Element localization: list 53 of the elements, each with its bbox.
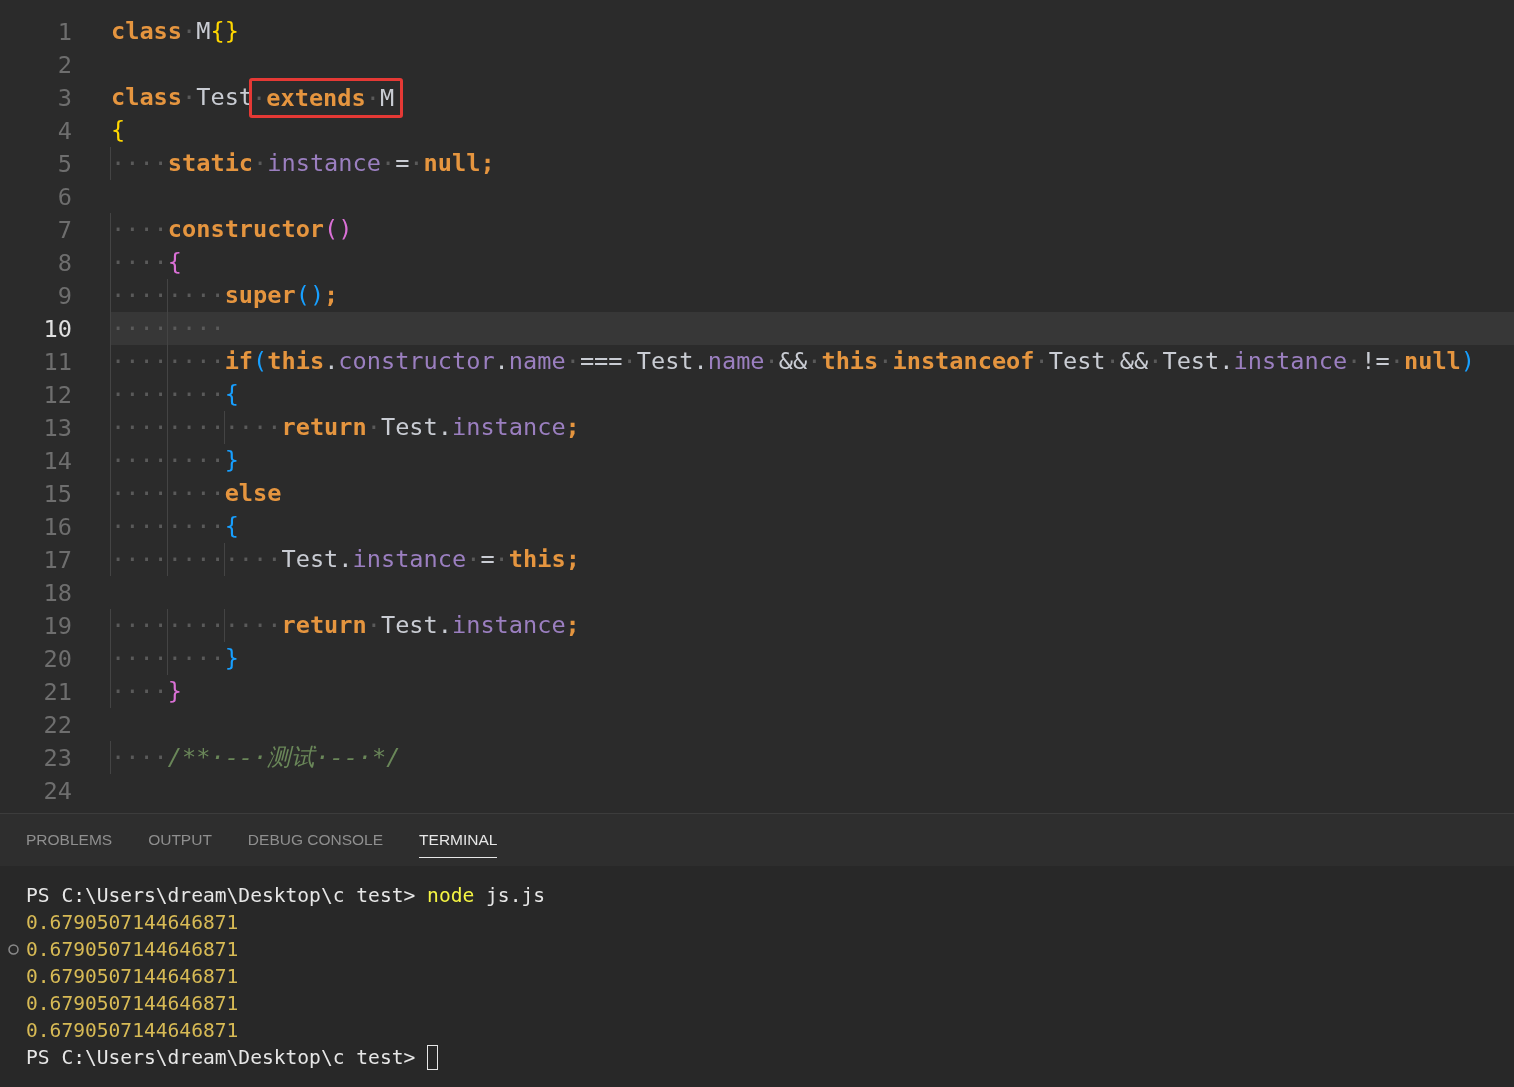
code-line: ········{	[111, 510, 1514, 543]
line-number: 9	[56, 281, 72, 310]
line-number: 3	[56, 83, 72, 112]
panel-tab[interactable]: DEBUG CONSOLE	[247, 814, 384, 866]
line-number: 8	[56, 248, 72, 277]
code-line: ····{	[111, 246, 1514, 279]
line-number: 15	[42, 479, 72, 508]
line-number: 2	[56, 50, 72, 79]
line-number: 4	[56, 116, 72, 145]
code-line: ····}	[111, 675, 1514, 708]
code-line: ············Test.instance·=·this;	[111, 543, 1514, 576]
code-line: ········}	[111, 444, 1514, 477]
line-number: 13	[42, 413, 72, 442]
line-number: 21	[42, 677, 72, 706]
line-number: 6	[56, 182, 72, 211]
code-line: ············return·Test.instance;	[111, 609, 1514, 642]
line-number: 11	[42, 347, 72, 376]
line-number: 1	[56, 17, 72, 46]
code-line: {	[111, 115, 127, 146]
code-line: ········{	[111, 378, 1514, 411]
line-number: 17	[42, 545, 72, 574]
code-line: class·M{}	[111, 16, 240, 47]
line-number: 12	[42, 380, 72, 409]
code-line: ············return·Test.instance;	[111, 411, 1514, 444]
line-number: 19	[42, 611, 72, 640]
line-number: 7	[56, 215, 72, 244]
line-number: 24	[42, 776, 72, 805]
terminal-line: 0.6790507144646871	[26, 1019, 239, 1042]
panel-tab[interactable]: PROBLEMS	[26, 814, 113, 866]
terminal-line: 0.6790507144646871	[26, 965, 239, 988]
code-line: ········if(this.constructor.name·===·Test.name·&&·this·instanceof·Test·&&·Test.instance·!=·null)	[111, 345, 1514, 378]
code-line: ····constructor()	[111, 213, 1514, 246]
terminal-line: 0.6790507144646871	[26, 938, 239, 961]
line-number: 14	[42, 446, 72, 475]
code-line: ····static·instance·=·null;	[111, 147, 1514, 180]
terminal-line: 0.6790507144646871	[26, 911, 239, 934]
circle-icon[interactable]	[7, 944, 19, 955]
code-line: ····/**·--·测试·--·*/	[111, 741, 1514, 774]
line-number: 20	[42, 644, 72, 673]
line-number: 5	[56, 149, 72, 178]
code-line: ········else	[111, 477, 1514, 510]
terminal-line: PS C:\Users\dream\Desktop\c test> node js.js	[26, 884, 546, 907]
line-number: 23	[42, 743, 72, 772]
terminal-line: PS C:\Users\dream\Desktop\c test>	[26, 1046, 417, 1069]
panel-tab[interactable]: OUTPUT	[148, 814, 212, 866]
line-number: 16	[42, 512, 72, 541]
line-number: 22	[42, 710, 72, 739]
highlighted-code: ·extends·M	[249, 77, 404, 118]
terminal-line: 0.6790507144646871	[26, 992, 239, 1015]
line-number: 18	[42, 578, 72, 607]
panel-tab[interactable]: TERMINAL	[419, 814, 498, 866]
code-line: ········}	[111, 642, 1514, 675]
line-number: 10	[42, 314, 72, 343]
